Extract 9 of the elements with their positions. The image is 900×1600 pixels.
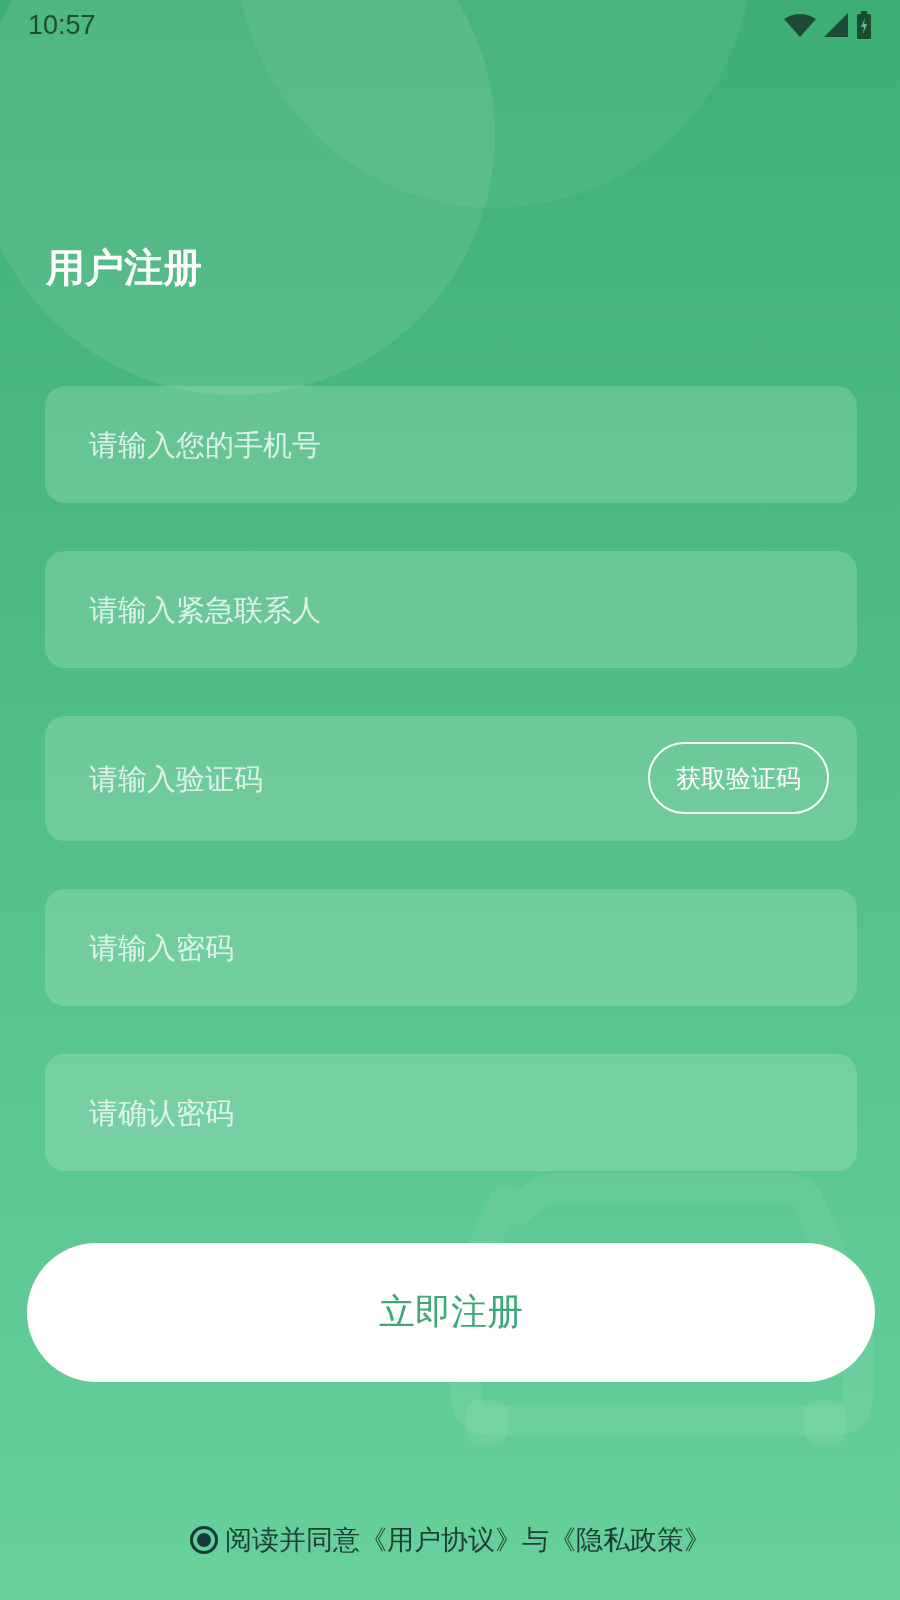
battery-icon xyxy=(856,11,872,39)
get-code-button[interactable]: 获取验证码 xyxy=(648,742,829,814)
signal-icon xyxy=(824,13,848,37)
register-button[interactable]: 立即注册 xyxy=(27,1243,875,1382)
status-time: 10:57 xyxy=(28,9,96,41)
wifi-icon xyxy=(784,13,816,37)
radio-button[interactable] xyxy=(189,1525,219,1555)
agreement-text: 阅读并同意《用户协议》与《隐私政策》 xyxy=(225,1523,711,1557)
page-title: 用户注册 xyxy=(46,244,202,292)
